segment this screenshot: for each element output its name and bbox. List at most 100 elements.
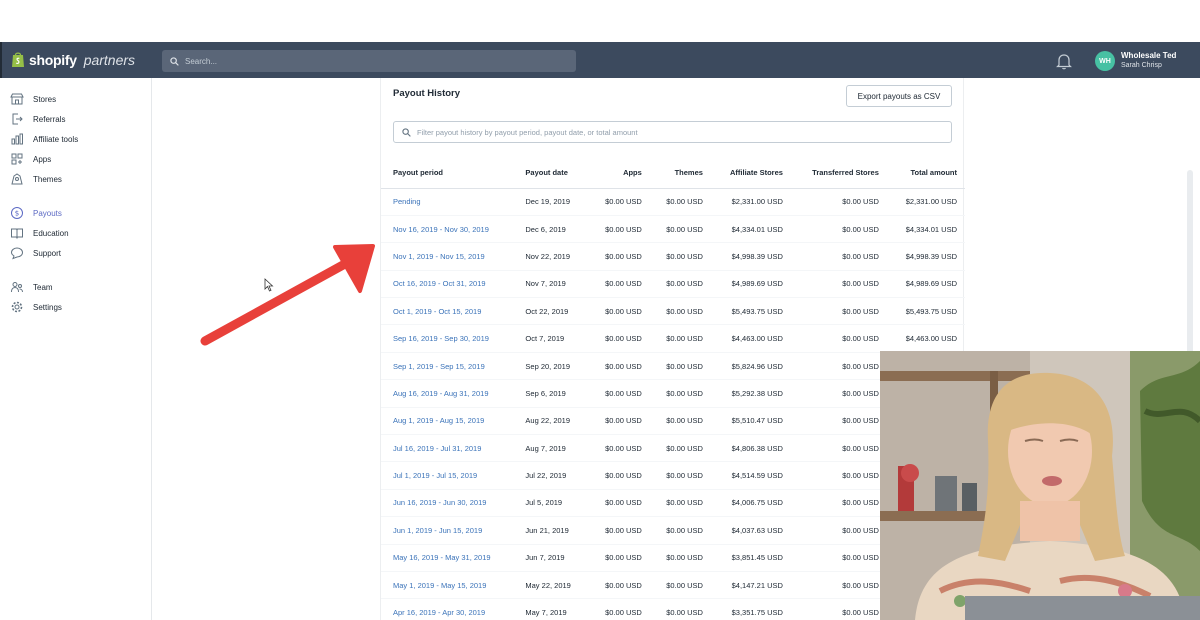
- table-cell: $0.00 USD: [790, 270, 887, 299]
- payout-period-link[interactable]: Oct 16, 2019 - Oct 31, 2019: [381, 270, 518, 299]
- table-cell: $5,493.75 USD: [886, 297, 965, 326]
- sidebar-item-education[interactable]: Education: [10, 226, 69, 240]
- table-row[interactable]: Sep 1, 2019 - Sep 15, 2019 Sep 20, 2019 $0…: [381, 352, 965, 381]
- payout-period-link[interactable]: Apr 16, 2019 - Apr 30, 2019: [381, 598, 518, 620]
- payout-period-link[interactable]: Jun 16, 2019 - Jun 30, 2019: [381, 489, 518, 518]
- table-row[interactable]: Apr 16, 2019 - Apr 30, 2019 May 7, 2019 $0…: [381, 598, 965, 620]
- table-row[interactable]: Jun 16, 2019 - Jun 30, 2019 Jul 5, 2019 $0…: [381, 489, 965, 518]
- table-cell: $0.00 USD: [588, 270, 650, 299]
- table-cell: $0.00 USD: [649, 571, 711, 600]
- table-cell: $0.00 USD: [649, 434, 711, 463]
- table-row[interactable]: Sep 16, 2019 - Sep 30, 2019 Oct 7, 2019 $0…: [381, 324, 965, 353]
- table-cell: $5,824.96 USD: [710, 352, 791, 381]
- table-row[interactable]: Nov 16, 2019 - Nov 30, 2019 Dec 6, 2019 $0…: [381, 215, 965, 244]
- payout-period-link[interactable]: Sep 16, 2019 - Sep 30, 2019: [381, 324, 518, 353]
- table-cell: Sep 20, 2019: [517, 352, 589, 381]
- column-header[interactable]: Affiliate Stores: [710, 158, 791, 189]
- payout-period-link[interactable]: Jul 16, 2019 - Jul 31, 2019: [381, 434, 518, 463]
- payout-period-link[interactable]: Aug 1, 2019 - Aug 15, 2019: [381, 407, 518, 436]
- table-cell: Aug 22, 2019: [517, 407, 589, 436]
- table-row[interactable]: Aug 16, 2019 - Aug 31, 2019 Sep 6, 2019 $0…: [381, 379, 965, 408]
- payout-period-link[interactable]: Sep 1, 2019 - Sep 15, 2019: [381, 352, 518, 381]
- table-cell: $0.00 USD: [649, 544, 711, 572]
- avatar[interactable]: WH: [1095, 51, 1115, 71]
- sidebar-item-stores[interactable]: Stores: [10, 92, 56, 106]
- table-cell: $0.00 USD: [588, 571, 650, 600]
- table-cell: $5,510.47 USD: [710, 407, 791, 436]
- table-cell: $0.00 USD: [790, 489, 887, 518]
- payout-period-link[interactable]: Pending: [381, 188, 518, 216]
- export-csv-button[interactable]: Export payouts as CSV: [846, 85, 952, 107]
- table-cell: $0.00 USD: [588, 352, 650, 381]
- table-cell: $4,998.39 USD: [886, 242, 965, 271]
- global-search-input[interactable]: [185, 56, 565, 66]
- table-row[interactable]: Nov 1, 2019 - Nov 15, 2019 Nov 22, 2019 $0…: [381, 242, 965, 271]
- table-row[interactable]: Jul 1, 2019 - Jul 15, 2019 Jul 22, 2019 $0…: [381, 461, 965, 490]
- sidebar-item-label: Support: [33, 248, 62, 258]
- table-cell: $4,463.00 USD: [886, 324, 965, 353]
- table-row[interactable]: Jul 16, 2019 - Jul 31, 2019 Aug 7, 2019 $0…: [381, 434, 965, 463]
- table-cell: $0.00 USD: [588, 598, 650, 620]
- table-cell: Jul 22, 2019: [517, 461, 589, 490]
- table-row[interactable]: Jun 1, 2019 - Jun 15, 2019 Jun 21, 2019 $0…: [381, 516, 965, 545]
- table-cell: $5,493.75 USD: [710, 297, 791, 326]
- table-cell: $0.00 USD: [588, 434, 650, 463]
- payout-period-link[interactable]: Nov 1, 2019 - Nov 15, 2019: [381, 242, 518, 271]
- sidebar-item-support[interactable]: Support: [10, 246, 61, 260]
- table-cell: $0.00 USD: [588, 407, 650, 436]
- payout-table-body: Pending Dec 19, 2019 $0.00 USD $0.00 USD $2,…: [381, 188, 965, 620]
- table-cell: Dec 6, 2019: [517, 215, 589, 244]
- mouse-cursor-icon: [264, 278, 274, 292]
- red-arrow-annotation: [200, 244, 375, 346]
- sidebar-item-affiliate-tools[interactable]: Affiliate tools: [10, 132, 78, 146]
- payout-period-link[interactable]: May 16, 2019 - May 31, 2019: [381, 544, 518, 572]
- table-cell: May 7, 2019: [517, 598, 589, 620]
- table-cell: $5,292.38 USD: [710, 379, 791, 408]
- payout-period-link[interactable]: Jul 1, 2019 - Jul 15, 2019: [381, 461, 518, 490]
- book-icon: [11, 228, 23, 240]
- payout-table: Payout period Payout date Apps Themes Af…: [381, 158, 965, 620]
- payout-filter-input[interactable]: [417, 127, 937, 137]
- table-row[interactable]: May 16, 2019 - May 31, 2019 Jun 7, 2019 $0…: [381, 544, 965, 572]
- column-header[interactable]: Themes: [649, 158, 711, 189]
- table-row[interactable]: May 1, 2019 - May 15, 2019 May 22, 2019 $0…: [381, 571, 965, 600]
- column-header[interactable]: Payout period: [381, 158, 518, 189]
- table-cell: $0.00 USD: [588, 516, 650, 545]
- shopify-partners-logo[interactable]: shopify partners: [11, 51, 135, 68]
- table-cell: $0.00 USD: [649, 516, 711, 545]
- table-cell: $0.00 USD: [790, 516, 887, 545]
- sidebar-item-themes[interactable]: Themes: [10, 172, 62, 186]
- table-cell: $0.00 USD: [790, 571, 887, 600]
- payout-period-link[interactable]: Aug 16, 2019 - Aug 31, 2019: [381, 379, 518, 408]
- table-cell: $0.00 USD: [649, 297, 711, 326]
- sidebar-item-apps[interactable]: Apps: [10, 152, 51, 166]
- sidebar-item-team[interactable]: Team: [10, 280, 53, 294]
- payout-period-link[interactable]: Nov 16, 2019 - Nov 30, 2019: [381, 215, 518, 244]
- table-cell: $0.00 USD: [588, 489, 650, 518]
- table-cell: $0.00 USD: [790, 297, 887, 326]
- column-header[interactable]: Payout date: [517, 158, 589, 189]
- sidebar-item-payouts[interactable]: $ Payouts: [10, 206, 62, 220]
- table-row[interactable]: Oct 1, 2019 - Oct 15, 2019 Oct 22, 2019 $0…: [381, 297, 965, 326]
- column-header[interactable]: Total amount: [886, 158, 965, 189]
- table-row[interactable]: Oct 16, 2019 - Oct 31, 2019 Nov 7, 2019 $0…: [381, 270, 965, 299]
- table-row[interactable]: Pending Dec 19, 2019 $0.00 USD $0.00 USD $2,…: [381, 188, 965, 216]
- global-search[interactable]: [162, 50, 576, 72]
- payout-filter[interactable]: [393, 121, 952, 143]
- column-header[interactable]: Transferred Stores: [790, 158, 887, 189]
- table-cell: $0.00 USD: [790, 434, 887, 463]
- sidebar-item-settings[interactable]: Settings: [10, 300, 62, 314]
- table-row[interactable]: Aug 1, 2019 - Aug 15, 2019 Aug 22, 2019 $0…: [381, 407, 965, 436]
- table-cell: $0.00 USD: [790, 598, 887, 620]
- column-header[interactable]: Apps: [588, 158, 650, 189]
- payout-period-link[interactable]: Jun 1, 2019 - Jun 15, 2019: [381, 516, 518, 545]
- sidebar-item-referrals[interactable]: Referrals: [10, 112, 65, 126]
- sidebar-item-label: Affiliate tools: [33, 134, 79, 144]
- account-menu[interactable]: Wholesale Ted Sarah Chrisp: [1121, 51, 1176, 71]
- bell-icon[interactable]: [1056, 52, 1072, 70]
- table-header-row: Payout period Payout date Apps Themes Af…: [381, 158, 965, 189]
- table-cell: Aug 7, 2019: [517, 434, 589, 463]
- payout-period-link[interactable]: Oct 1, 2019 - Oct 15, 2019: [381, 297, 518, 326]
- payout-period-link[interactable]: May 1, 2019 - May 15, 2019: [381, 571, 518, 600]
- team-icon: [11, 282, 23, 293]
